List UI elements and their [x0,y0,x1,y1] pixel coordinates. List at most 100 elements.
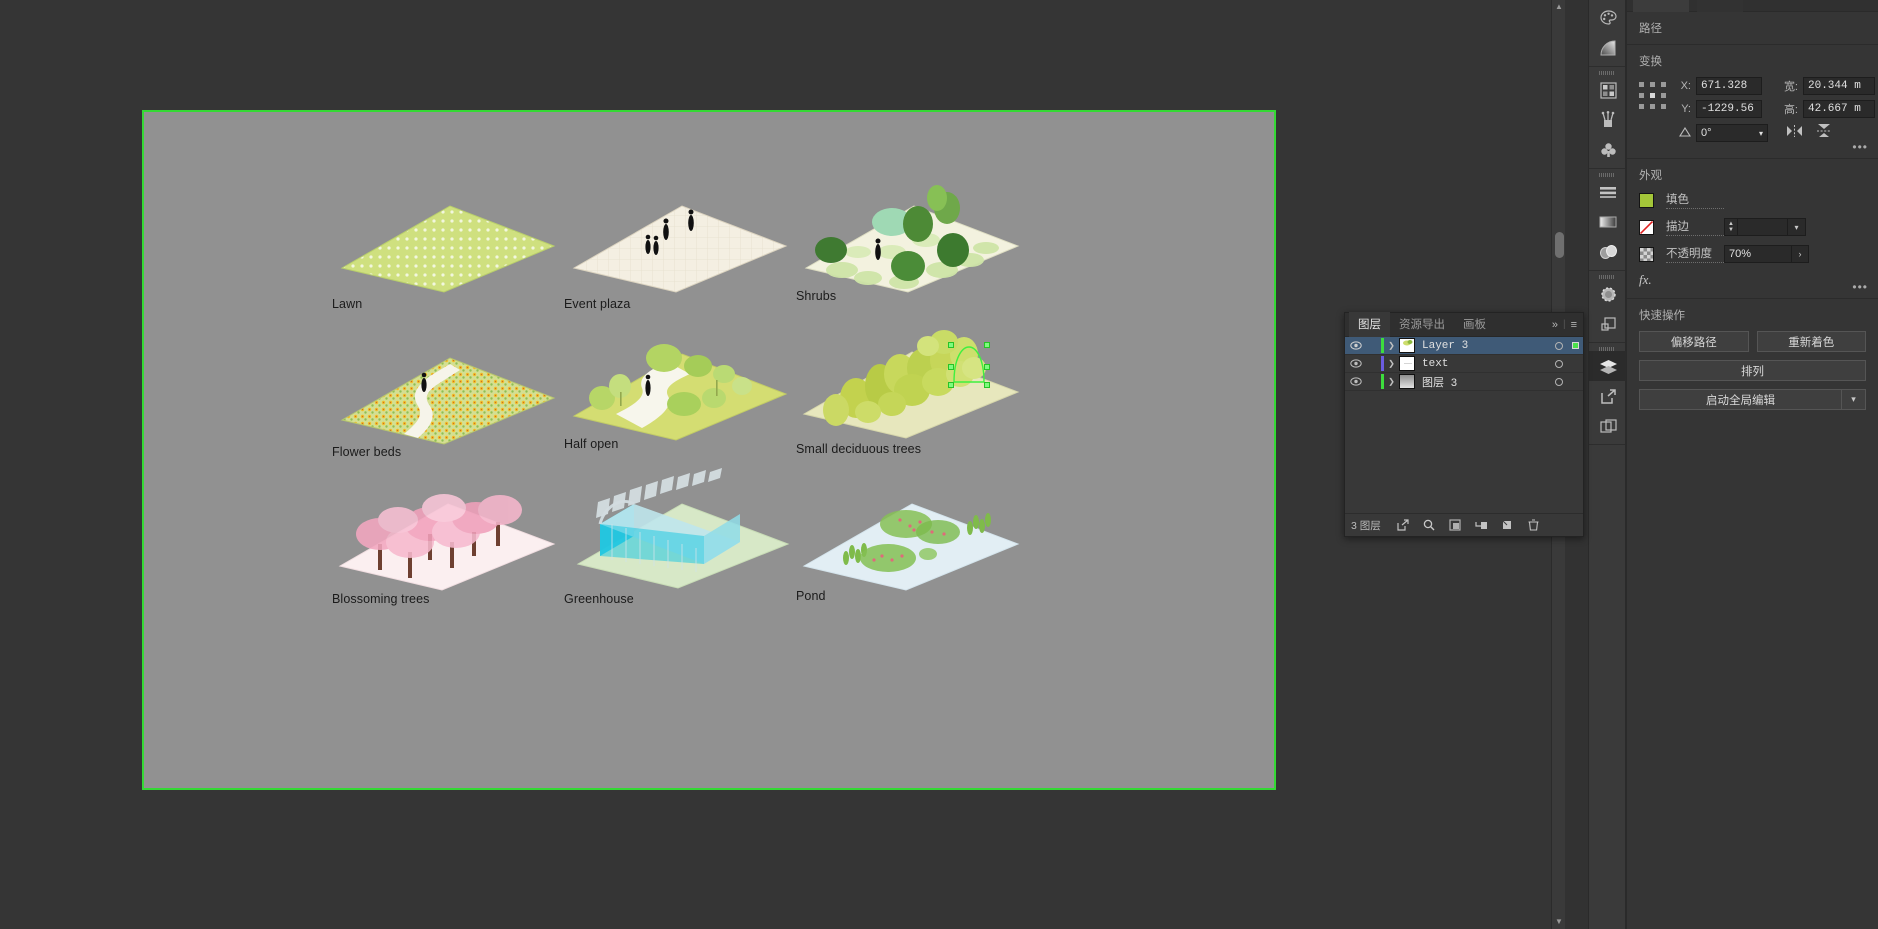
scroll-down-arrow[interactable]: ▼ [1552,915,1566,929]
ref-dot[interactable] [1661,104,1666,109]
reference-point-selector[interactable] [1639,82,1669,112]
transparency-icon[interactable] [1589,237,1627,267]
tile-small-deciduous-trees[interactable]: Small deciduous trees [796,312,1046,456]
tile-greenhouse[interactable]: Greenhouse [564,464,814,606]
layer-row-tuceng-3[interactable]: ❯ 图层 3 [1345,373,1583,391]
arrange-button[interactable]: 排列 [1639,360,1866,381]
layer-target-ring[interactable] [1551,341,1567,350]
asset-export-icon[interactable] [1589,381,1627,411]
pathfinder-icon[interactable] [1589,309,1627,339]
selection-handle[interactable] [984,342,990,348]
visibility-eye-icon[interactable] [1345,341,1367,350]
ref-dot[interactable] [1661,93,1666,98]
layer-name[interactable]: text [1415,358,1551,370]
properties-tabs-clipped[interactable] [1627,0,1878,12]
width-input[interactable]: 20.344 m [1803,77,1875,95]
ref-dot[interactable] [1661,82,1666,87]
selection-handle[interactable] [948,342,954,348]
layer-name[interactable]: Layer 3 [1415,340,1551,352]
global-edit-options-icon[interactable]: ▾ [1842,389,1866,410]
align-icon[interactable] [1589,177,1627,207]
expand-chevron-icon[interactable]: ❯ [1384,341,1399,350]
expand-chevron-icon[interactable]: ❯ [1384,377,1399,386]
stroke-weight-input[interactable] [1738,218,1788,236]
layer-selection-indicator[interactable] [1567,342,1583,349]
tile-half-open[interactable]: Half open [564,322,814,451]
create-sublayer-icon[interactable] [1475,519,1488,532]
flip-vertical-icon[interactable] [1817,123,1831,143]
properties-panel[interactable]: 路径 变换 X: 671.328 宽: 20.344 m Y: -1229.56… [1626,0,1878,929]
new-layer-icon[interactable] [1501,519,1514,532]
brushes-icon[interactable] [1589,105,1627,135]
tab-secondary-clipped[interactable] [1697,0,1743,12]
tab-artboards[interactable]: 画板 [1454,312,1495,337]
y-input[interactable]: -1229.56 [1696,100,1762,118]
layers-icon[interactable] [1589,351,1627,381]
layer-name[interactable]: 图层 3 [1415,374,1551,390]
swatches-icon[interactable] [1589,75,1627,105]
tile-pond[interactable]: Pond [796,474,1046,603]
ref-dot[interactable] [1650,82,1655,87]
ref-dot-center[interactable] [1650,93,1655,98]
artboard[interactable]: Lawn Event plaza Shrubs Flower beds Half… [142,110,1276,790]
tile-blossoming-trees[interactable]: Blossoming trees [332,470,582,606]
recolor-button[interactable]: 重新着色 [1756,331,1866,352]
selection-handle[interactable] [984,364,990,370]
visibility-eye-icon[interactable] [1345,377,1367,386]
selection-handle[interactable] [948,364,954,370]
flip-horizontal-icon[interactable] [1786,124,1803,142]
tile-shrubs[interactable]: Shrubs [796,174,1046,303]
tab-asset-export[interactable]: 资源导出 [1390,312,1454,337]
tile-event-plaza[interactable]: Event plaza [564,182,814,311]
height-input[interactable]: 42.667 m [1803,100,1875,118]
gradient-panel-icon[interactable] [1589,207,1627,237]
scrollbar-thumb[interactable] [1555,232,1564,258]
make-mask-icon[interactable] [1449,519,1462,532]
stroke-none-swatch[interactable] [1639,219,1654,235]
start-global-edit-button[interactable]: 启动全局编辑 [1639,389,1842,410]
fill-color-swatch[interactable] [1639,192,1654,208]
selection-handle[interactable] [984,382,990,388]
layers-panel[interactable]: 图层 资源导出 画板 » | ≡ ❯ Layer 3 ❯ text ❯ 图层 3… [1344,312,1584,537]
ref-dot[interactable] [1639,93,1644,98]
color-palette-icon[interactable] [1589,3,1627,33]
export-icon[interactable] [1397,519,1410,532]
panel-icon-dock[interactable] [1588,0,1627,929]
offset-path-button[interactable]: 偏移路径 [1639,331,1749,352]
appearance-icon[interactable] [1589,279,1627,309]
scroll-up-arrow[interactable]: ▲ [1552,0,1566,14]
layer-target-ring[interactable] [1551,359,1567,368]
rotation-angle-select[interactable]: 0° ▾ [1696,124,1768,142]
visibility-eye-icon[interactable] [1345,359,1367,368]
opacity-options-icon[interactable]: › [1792,245,1809,263]
chevron-down-icon[interactable]: ▾ [1759,129,1763,138]
artboards-icon[interactable] [1589,411,1627,441]
gradient-icon[interactable] [1589,33,1627,63]
transform-more-options-icon[interactable]: ••• [1852,140,1868,154]
symbols-icon[interactable] [1589,135,1627,165]
ref-dot[interactable] [1639,82,1644,87]
locate-object-icon[interactable] [1423,519,1436,532]
expand-chevron-icon[interactable]: ❯ [1384,359,1399,368]
layer-list[interactable]: ❯ Layer 3 ❯ text ❯ 图层 3 [1345,337,1583,513]
ref-dot[interactable] [1639,104,1644,109]
collapse-panel-icon[interactable]: » [1552,319,1558,331]
tab-properties-clipped[interactable] [1633,0,1689,12]
panel-menu-icon[interactable]: ≡ [1571,319,1577,331]
layer-target-ring[interactable] [1551,377,1567,386]
tile-lawn[interactable]: Lawn [332,182,582,311]
layer-row-layer-3[interactable]: ❯ Layer 3 [1345,337,1583,355]
appearance-more-options-icon[interactable]: ••• [1852,280,1868,294]
stepper-down-icon[interactable]: ▼ [1728,227,1734,233]
layers-panel-tabs[interactable]: 图层 资源导出 画板 » | ≡ [1345,312,1583,337]
opacity-input[interactable]: 70% [1724,245,1792,263]
opacity-checker-swatch[interactable] [1639,246,1654,262]
delete-layer-icon[interactable] [1527,519,1540,532]
tile-flower-beds[interactable]: Flower beds [332,330,582,459]
fx-effects-button[interactable]: fx. [1639,272,1866,288]
stroke-weight-stepper[interactable]: ▲ ▼ [1724,218,1738,236]
stroke-profile-dropdown-icon[interactable]: ▾ [1788,218,1806,236]
selection-handle[interactable] [948,382,954,388]
ref-dot[interactable] [1650,104,1655,109]
layer-row-text[interactable]: ❯ text [1345,355,1583,373]
